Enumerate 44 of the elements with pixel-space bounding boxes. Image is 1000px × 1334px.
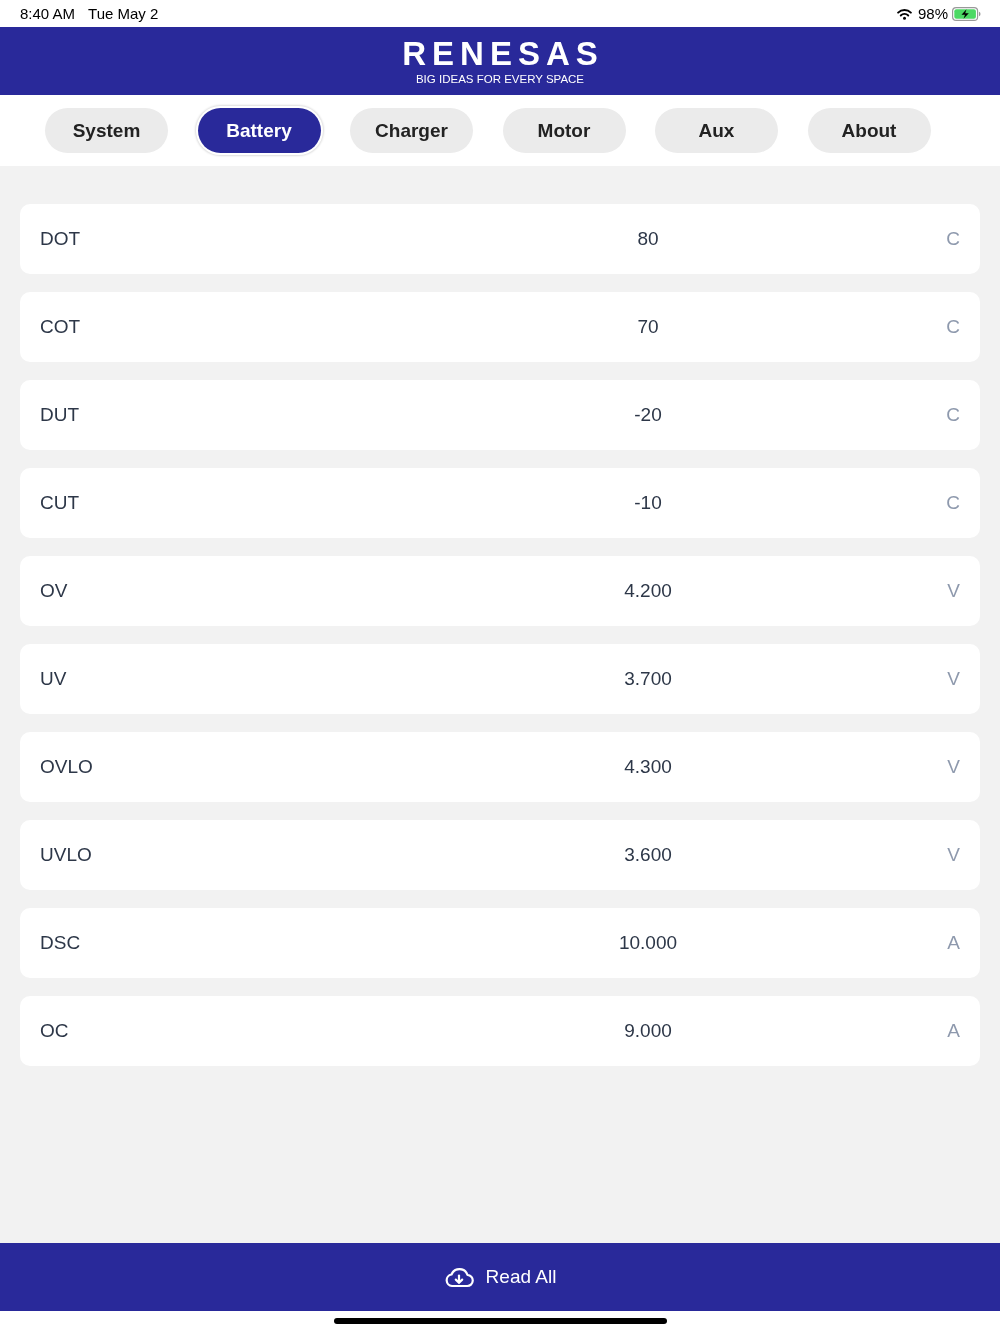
unit-label: V <box>947 668 960 690</box>
status-date: Tue May 2 <box>88 5 159 22</box>
unit-label: C <box>946 228 960 250</box>
tab[interactable]: Battery <box>197 108 321 153</box>
parameter-value: 4.300 <box>624 756 672 778</box>
parameter-value: 3.700 <box>624 668 672 690</box>
status-time: 8:40 AM <box>20 5 76 22</box>
parameter-value: -10 <box>634 492 662 514</box>
parameter-label: OVLO <box>40 756 94 778</box>
parameter-label: OC <box>40 1020 70 1042</box>
parameter-label: OV <box>40 580 69 602</box>
parameter-label: COT <box>40 316 82 338</box>
parameter-label: DSC <box>40 932 82 954</box>
brand-tagline: BIG IDEAS FOR EVERY SPACE <box>415 72 585 86</box>
unit-label: C <box>946 316 960 338</box>
parameter-value: 70 <box>637 316 659 338</box>
wifi-icon <box>896 7 912 20</box>
unit-label: V <box>947 580 960 602</box>
unit-label: C <box>946 492 960 514</box>
parameter-label: UVLO <box>40 844 93 866</box>
tab[interactable]: System <box>45 108 168 153</box>
parameter-label: UV <box>40 668 68 690</box>
tab[interactable]: Aux <box>655 108 778 153</box>
unit-label: C <box>946 404 960 426</box>
parameter-value: 9.000 <box>624 1020 672 1042</box>
parameter-value: 80 <box>637 228 659 250</box>
tab[interactable]: About <box>807 108 931 153</box>
unit-label: A <box>947 1020 960 1042</box>
tab[interactable]: Charger <box>350 108 473 153</box>
parameter-value: -20 <box>634 404 662 426</box>
unit-label: A <box>947 932 960 954</box>
read-all-button[interactable]: Read All <box>0 1243 1000 1311</box>
parameter-value: 4.200 <box>624 580 672 602</box>
parameter-label: DOT <box>40 228 82 250</box>
parameter-value: 10.000 <box>618 932 678 954</box>
parameter-label: DUT <box>40 404 81 426</box>
parameter-label: CUT <box>40 492 81 514</box>
parameter-value: 3.600 <box>624 844 672 866</box>
brand-logo: RENESAS <box>402 38 604 70</box>
cloud-download-icon <box>443 1266 474 1288</box>
unit-label: V <box>947 844 960 866</box>
battery-percentage: 98% <box>917 5 948 22</box>
tab[interactable]: Motor <box>502 108 626 153</box>
unit-label: V <box>947 756 960 778</box>
